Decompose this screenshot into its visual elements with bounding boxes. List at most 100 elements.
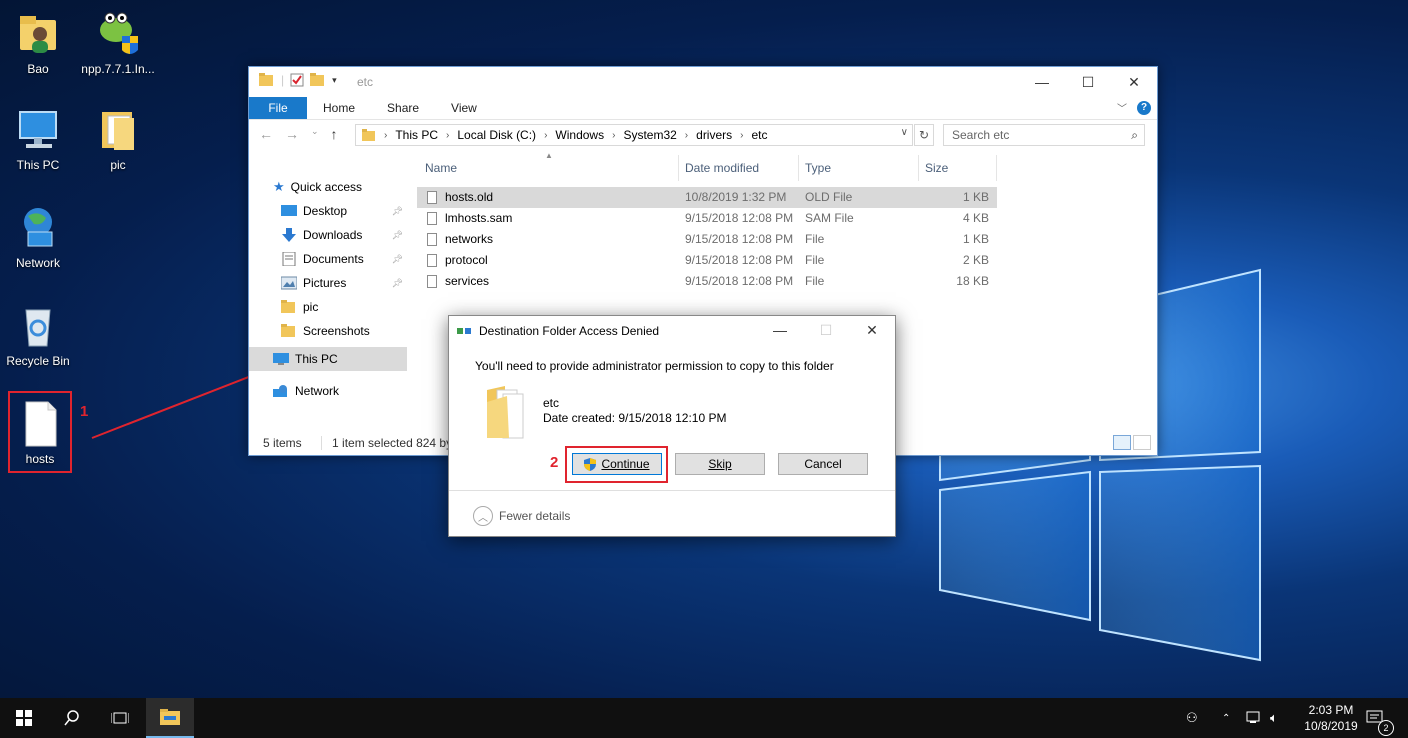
nav-quick-access[interactable]: ★ Quick access [249, 175, 407, 199]
nav-downloads[interactable]: Downloads 📌︎ [249, 223, 407, 247]
file-size: 1 KB [962, 232, 989, 246]
dialog-title: Destination Folder Access Denied [479, 324, 660, 338]
maximize-icon[interactable]: ☐ [1065, 67, 1111, 97]
nav-this-pc[interactable]: This PC [249, 347, 407, 371]
back-arrow-icon[interactable]: ← [259, 126, 273, 142]
pin-icon[interactable]: 📌︎ [392, 199, 403, 223]
table-row[interactable]: protocol 9/15/2018 12:08 PM File 2 KB [417, 250, 1157, 271]
file-name: hosts.old [445, 190, 494, 204]
folder-icon [259, 73, 273, 86]
breadcrumb-system32[interactable]: System32 [623, 128, 676, 142]
file-icon [427, 191, 437, 204]
title-bar[interactable]: | ▾ etc — ☐ ✕ [249, 67, 1157, 97]
quick-access-toolbar: | ▾ [259, 73, 337, 87]
system-clock[interactable]: 2:03 PM 10/8/2019 [1294, 702, 1368, 734]
nav-desktop[interactable]: Desktop 📌︎ [249, 199, 407, 223]
toolbar-divider: | [281, 73, 285, 87]
pin-icon[interactable]: 📌︎ [392, 271, 403, 295]
chevron-down-icon[interactable]: ∨ [901, 127, 908, 138]
file-type: File [805, 253, 825, 267]
minimize-icon[interactable]: — [1019, 67, 1065, 97]
people-icon[interactable]: ⚇ [1186, 698, 1198, 738]
close-icon[interactable]: ✕ [1111, 67, 1157, 97]
properties-icon[interactable] [290, 73, 304, 87]
tab-share[interactable]: Share [371, 97, 435, 119]
show-hidden-icons[interactable]: ⌃ [1222, 698, 1230, 738]
status-selection: 1 item selected 824 byte [321, 436, 463, 450]
nav-pictures[interactable]: Pictures 📌︎ [249, 271, 407, 295]
computer-icon [273, 353, 289, 365]
search-input[interactable] [950, 127, 1124, 143]
action-center-button[interactable]: 2 [1366, 698, 1394, 738]
fewer-details-label: Fewer details [499, 509, 571, 523]
file-date: 9/15/2018 12:08 PM [685, 274, 794, 288]
chevron-right-icon[interactable]: › [685, 130, 688, 141]
tab-view[interactable]: View [435, 97, 493, 119]
file-size: 1 KB [962, 190, 989, 204]
chevron-right-icon[interactable]: › [740, 130, 743, 141]
tab-file[interactable]: File [249, 97, 307, 119]
nav-label: Pictures [303, 276, 347, 290]
breadcrumb-local-disk[interactable]: Local Disk (C:) [457, 128, 536, 142]
address-row: ← → ⌄ ↑ › This PC › Local Disk (C:) › Wi… [249, 120, 1157, 150]
fewer-details-toggle[interactable]: ︿ Fewer details [473, 506, 570, 526]
forward-arrow-icon[interactable]: → [285, 126, 299, 142]
file-type: File [805, 274, 825, 288]
volume-icon[interactable]: 🔈︎ [1270, 698, 1278, 738]
file-explorer-taskbar-button[interactable] [146, 698, 194, 738]
details-view-icon[interactable] [1113, 435, 1131, 450]
file-icon [427, 275, 437, 288]
file-icon [427, 212, 437, 225]
column-header-date[interactable]: Date modified [679, 155, 799, 181]
pin-icon[interactable]: 📌︎ [392, 223, 403, 247]
table-row[interactable]: hosts.old 10/8/2019 1:32 PM OLD File 1 K… [417, 187, 997, 208]
table-row[interactable]: networks 9/15/2018 12:08 PM File 1 KB [417, 229, 1157, 250]
breadcrumb-windows[interactable]: Windows [555, 128, 604, 142]
file-name: lmhosts.sam [445, 211, 513, 225]
clock-time: 2:03 PM [1308, 703, 1354, 717]
minimize-icon[interactable]: — [757, 316, 803, 344]
annotation-box-continue [565, 446, 668, 483]
up-arrow-icon[interactable]: ↑ [331, 126, 338, 142]
recent-locations-icon[interactable]: ⌄ [311, 126, 319, 142]
chevron-right-icon[interactable]: › [612, 130, 615, 141]
file-type: SAM File [805, 211, 854, 225]
customize-toolbar-icon[interactable]: ▾ [332, 75, 337, 86]
breadcrumb-etc[interactable]: etc [752, 128, 768, 142]
column-headers: Name Date modified Type Size ▲ [417, 151, 1157, 181]
task-view-icon [111, 712, 129, 724]
column-header-size[interactable]: Size [919, 155, 997, 181]
nav-screenshots[interactable]: Screenshots [249, 319, 407, 343]
search-box[interactable]: ⌕ [943, 124, 1145, 146]
nav-network[interactable]: Network [249, 379, 407, 403]
chevron-right-icon[interactable]: › [544, 130, 547, 141]
nav-pic[interactable]: pic [249, 295, 407, 319]
expand-ribbon-icon[interactable]: ﹀ [1117, 100, 1127, 115]
breadcrumb-this-pc[interactable]: This PC [395, 128, 438, 142]
chevron-right-icon[interactable]: › [446, 130, 449, 141]
tab-home[interactable]: Home [307, 97, 371, 119]
access-denied-dialog[interactable]: Destination Folder Access Denied — ☐ ✕ Y… [448, 315, 896, 537]
chevron-right-icon[interactable]: › [384, 130, 387, 141]
task-view-button[interactable] [96, 698, 144, 738]
new-folder-icon[interactable] [310, 73, 326, 87]
nav-label: Documents [303, 252, 364, 266]
refresh-icon[interactable]: ↻ [914, 124, 934, 146]
close-icon[interactable]: ✕ [849, 316, 895, 344]
table-row[interactable]: services 9/15/2018 12:08 PM File 18 KB [417, 271, 1157, 292]
start-button[interactable] [0, 698, 48, 738]
help-icon[interactable]: ? [1137, 100, 1151, 115]
pin-icon[interactable]: 📌︎ [392, 247, 403, 271]
large-icons-view-icon[interactable] [1133, 435, 1151, 450]
nav-documents[interactable]: Documents 📌︎ [249, 247, 407, 271]
address-bar[interactable]: › This PC › Local Disk (C:) › Windows › … [355, 124, 913, 146]
network-status-icon[interactable] [1246, 698, 1262, 738]
skip-button[interactable]: Skip [675, 453, 765, 475]
breadcrumb-drivers[interactable]: drivers [696, 128, 732, 142]
table-row[interactable]: lmhosts.sam 9/15/2018 12:08 PM SAM File … [417, 208, 1157, 229]
search-button[interactable] [48, 698, 96, 738]
folder-icon [281, 300, 295, 313]
column-header-type[interactable]: Type [799, 155, 919, 181]
cancel-button[interactable]: Cancel [778, 453, 868, 475]
file-type: OLD File [805, 190, 853, 204]
